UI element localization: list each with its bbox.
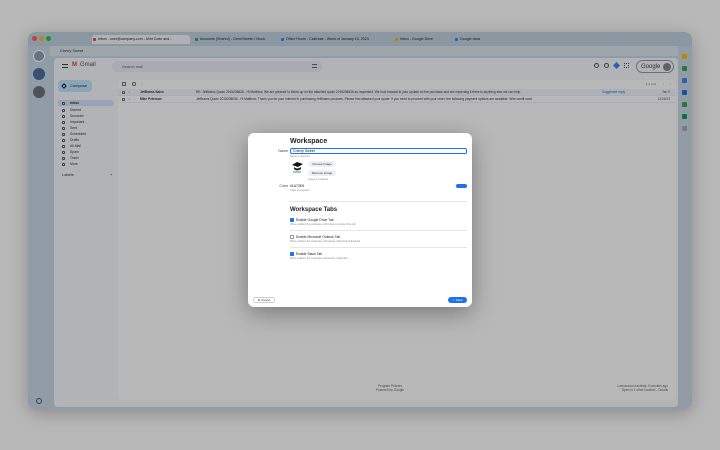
google-drive-tab-checkbox[interactable] — [290, 218, 294, 222]
cancel-label: Cancel — [261, 298, 271, 302]
divider — [290, 201, 467, 202]
divider — [290, 230, 467, 231]
choose-image-label: Choose Image — [312, 162, 332, 166]
color-value: #1A73E8 — [290, 184, 304, 188]
choose-image-button[interactable]: Choose Image — [308, 161, 336, 167]
google-drive-tab-label: Enable Google Drive Tab — [296, 218, 334, 222]
divider — [290, 247, 467, 248]
google-drive-tab-desc: When enabled, this workspace will includ… — [290, 223, 356, 226]
name-field[interactable]: Cherry Sweet — [290, 148, 467, 154]
color-swatch[interactable] — [456, 184, 467, 188]
cancel-button[interactable]: ⊗ Cancel — [253, 297, 275, 303]
name-label: Name — [278, 149, 288, 153]
outlook-tab-checkbox[interactable] — [290, 235, 294, 239]
workspace-tabs-heading: Workspace Tabs — [290, 207, 338, 213]
outlook-tab-label: Enable Microsoft Outlook Tab — [296, 235, 341, 239]
workspace-dialog: Workspace Name Cherry Sweet Name is requ… — [248, 133, 472, 307]
color-hint: Color is required — [290, 189, 310, 192]
remove-image-button[interactable]: Remove Image — [308, 170, 336, 176]
save-label: Save — [455, 298, 463, 302]
check-icon: ✓ — [452, 298, 455, 302]
remove-image-label: Remove Image — [311, 171, 333, 175]
slack-tab-desc: When enabled, this workspace will includ… — [290, 257, 348, 260]
dialog-title: Workspace — [290, 138, 328, 145]
color-label: Color — [279, 184, 288, 188]
name-hint: Name is required — [290, 155, 310, 158]
close-icon: ⊗ — [257, 298, 261, 302]
save-button[interactable]: ✓ Save — [448, 297, 467, 303]
outlook-tab-desc: When enabled, this workspace will includ… — [290, 240, 361, 243]
slack-tab-checkbox[interactable] — [290, 252, 294, 256]
image-hint: Image is required — [308, 178, 329, 181]
slack-tab-label: Enable Slack Tab — [296, 252, 323, 256]
workspace-image-preview — [292, 162, 303, 173]
name-value: Cherry Sweet — [293, 149, 315, 153]
